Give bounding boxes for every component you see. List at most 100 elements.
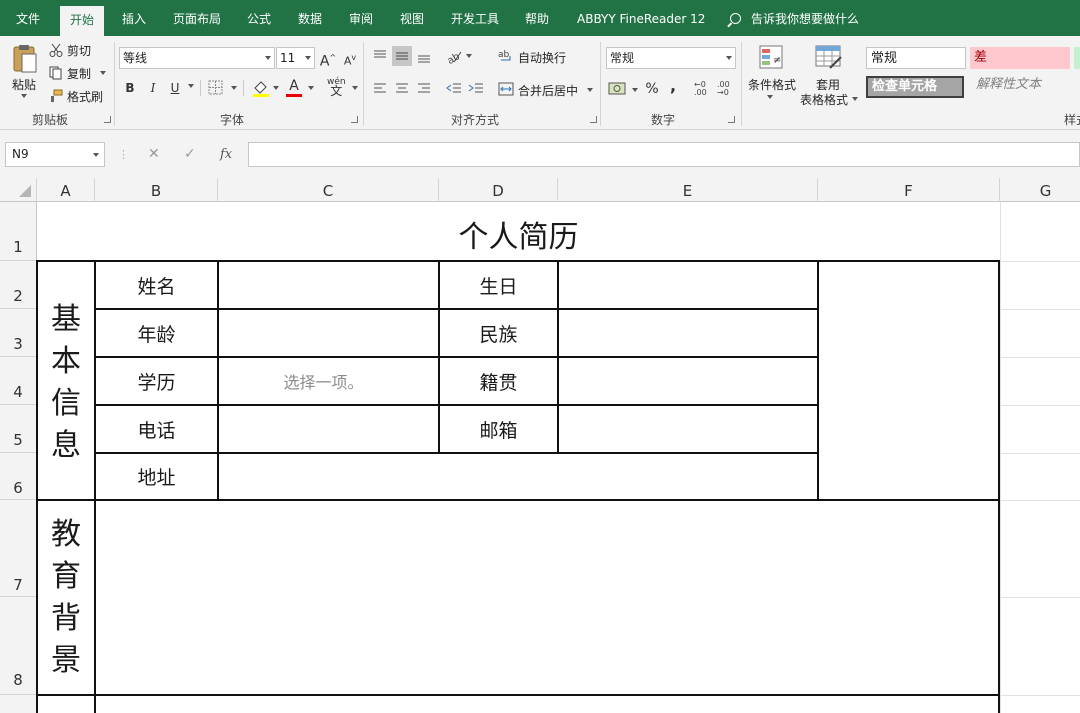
column-header-g[interactable]: G xyxy=(1000,178,1080,202)
copy-dropdown-icon[interactable] xyxy=(100,71,106,75)
tab-developer[interactable]: 开发工具 xyxy=(451,0,499,36)
style-bad[interactable]: 差 xyxy=(970,47,1070,69)
tab-help[interactable]: 帮助 xyxy=(525,0,549,36)
column-header-f[interactable]: F xyxy=(818,178,1000,202)
phonetic-guide-icon[interactable]: wén 文 xyxy=(327,78,346,98)
section-education[interactable]: 教育背景 xyxy=(51,514,81,682)
column-header-c[interactable]: C xyxy=(218,178,439,202)
percent-style-button[interactable]: % xyxy=(642,79,662,99)
select-all-corner[interactable] xyxy=(0,178,37,202)
orientation-icon[interactable]: ab xyxy=(445,47,463,67)
label-ethnicity[interactable]: 民族 xyxy=(440,310,557,356)
number-format-select[interactable]: 常规 xyxy=(606,47,736,69)
increase-indent-icon[interactable] xyxy=(467,80,485,98)
align-top-icon[interactable] xyxy=(371,47,389,65)
align-middle-icon[interactable] xyxy=(392,46,412,66)
increase-font-button[interactable]: A^ xyxy=(318,48,338,70)
phonetic-dropdown-icon[interactable] xyxy=(352,86,358,90)
row-header-6[interactable]: 6 xyxy=(0,453,36,500)
style-good-partial[interactable] xyxy=(1074,47,1080,69)
education-content[interactable] xyxy=(96,501,998,694)
fill-dropdown-icon[interactable] xyxy=(273,86,279,90)
label-age[interactable]: 年龄 xyxy=(96,310,217,356)
input-age[interactable] xyxy=(219,310,438,356)
input-name[interactable] xyxy=(219,262,438,308)
conditional-dropdown-icon[interactable] xyxy=(767,95,773,99)
merge-center-button[interactable]: 合并后居中 xyxy=(518,82,578,99)
font-launcher-icon[interactable] xyxy=(351,116,358,123)
align-center-icon[interactable] xyxy=(393,80,411,98)
paste-button[interactable]: 粘贴 xyxy=(12,76,36,93)
underline-button[interactable]: U xyxy=(165,78,185,98)
number-launcher-icon[interactable] xyxy=(728,116,735,123)
align-right-icon[interactable] xyxy=(415,80,433,98)
format-as-table-label-2[interactable]: 表格格式 xyxy=(800,91,848,108)
decrease-indent-icon[interactable] xyxy=(445,80,463,98)
tab-page-layout[interactable]: 页面布局 xyxy=(173,0,221,36)
tab-file[interactable]: 文件 xyxy=(16,0,40,36)
row-header-5[interactable]: 5 xyxy=(0,405,36,453)
tab-data[interactable]: 数据 xyxy=(298,0,322,36)
format-painter-button[interactable]: 格式刷 xyxy=(67,88,103,105)
name-box[interactable]: N9 xyxy=(5,142,105,167)
column-header-b[interactable]: B xyxy=(95,178,218,202)
underline-dropdown-icon[interactable] xyxy=(188,84,194,88)
borders-dropdown-icon[interactable] xyxy=(231,86,237,90)
alignment-launcher-icon[interactable] xyxy=(590,116,597,123)
tab-view[interactable]: 视图 xyxy=(400,0,424,36)
input-phone[interactable] xyxy=(219,406,438,452)
decrease-font-button[interactable]: Av xyxy=(340,48,360,68)
insert-function-button[interactable]: fx xyxy=(220,142,232,167)
tab-home[interactable]: 开始 xyxy=(60,6,105,36)
column-header-a[interactable]: A xyxy=(37,178,95,202)
font-name-select[interactable]: 等线 xyxy=(119,47,275,69)
input-hometown[interactable] xyxy=(559,358,817,404)
font-color-icon[interactable]: A xyxy=(284,78,304,98)
label-education[interactable]: 学历 xyxy=(96,358,217,404)
bold-button[interactable]: B xyxy=(120,78,140,98)
cancel-icon[interactable]: ✕ xyxy=(148,142,160,167)
accounting-format-icon[interactable] xyxy=(608,80,628,98)
font-size-select[interactable]: 11 xyxy=(276,47,315,69)
italic-button[interactable]: I xyxy=(143,78,163,98)
comma-style-button[interactable]: , xyxy=(663,76,683,96)
label-address[interactable]: 地址 xyxy=(96,454,217,499)
merge-dropdown-icon[interactable] xyxy=(587,88,593,92)
label-email[interactable]: 邮箱 xyxy=(440,406,557,452)
label-name[interactable]: 姓名 xyxy=(96,262,217,308)
input-address[interactable] xyxy=(219,454,817,499)
photo-area[interactable] xyxy=(819,262,998,499)
copy-button[interactable]: 复制 xyxy=(67,65,91,82)
section-basic-info[interactable]: 基本信息 xyxy=(51,299,81,467)
label-phone[interactable]: 电话 xyxy=(96,406,217,452)
table-format-dropdown-icon[interactable] xyxy=(852,97,858,101)
increase-decimal-icon[interactable]: ←0.00 xyxy=(694,81,710,97)
input-ethnicity[interactable] xyxy=(559,310,817,356)
style-check-cell[interactable]: 检查单元格 xyxy=(866,76,964,98)
input-email[interactable] xyxy=(559,406,817,452)
input-birthday[interactable] xyxy=(559,262,817,308)
align-bottom-icon[interactable] xyxy=(415,47,433,65)
clipboard-launcher-icon[interactable] xyxy=(104,116,111,123)
tab-review[interactable]: 审阅 xyxy=(349,0,373,36)
style-normal[interactable]: 常规 xyxy=(866,47,966,69)
row-header-2[interactable]: 2 xyxy=(0,261,36,309)
resume-title[interactable]: 个人简历 xyxy=(37,202,1000,261)
education-dropdown-placeholder[interactable]: 选择一项。 xyxy=(219,358,438,404)
cut-button[interactable]: 剪切 xyxy=(67,42,91,59)
row-header-8[interactable]: 8 xyxy=(0,597,36,695)
label-birthday[interactable]: 生日 xyxy=(440,262,557,308)
row-header-3[interactable]: 3 xyxy=(0,309,36,357)
tab-formulas[interactable]: 公式 xyxy=(247,0,271,36)
row-header-1[interactable]: 1 xyxy=(0,202,36,261)
tab-abbyy[interactable]: ABBYY FineReader 12 xyxy=(577,0,705,36)
row-header-4[interactable]: 4 xyxy=(0,357,36,405)
formula-input[interactable] xyxy=(248,142,1080,167)
column-header-d[interactable]: D xyxy=(439,178,558,202)
style-explanatory[interactable]: 解释性文本 xyxy=(972,74,1072,96)
paste-dropdown-icon[interactable] xyxy=(21,94,27,98)
orientation-dropdown-icon[interactable] xyxy=(466,54,472,58)
label-hometown[interactable]: 籍贯 xyxy=(440,358,557,404)
font-color-dropdown-icon[interactable] xyxy=(308,86,314,90)
borders-icon[interactable] xyxy=(208,80,224,96)
